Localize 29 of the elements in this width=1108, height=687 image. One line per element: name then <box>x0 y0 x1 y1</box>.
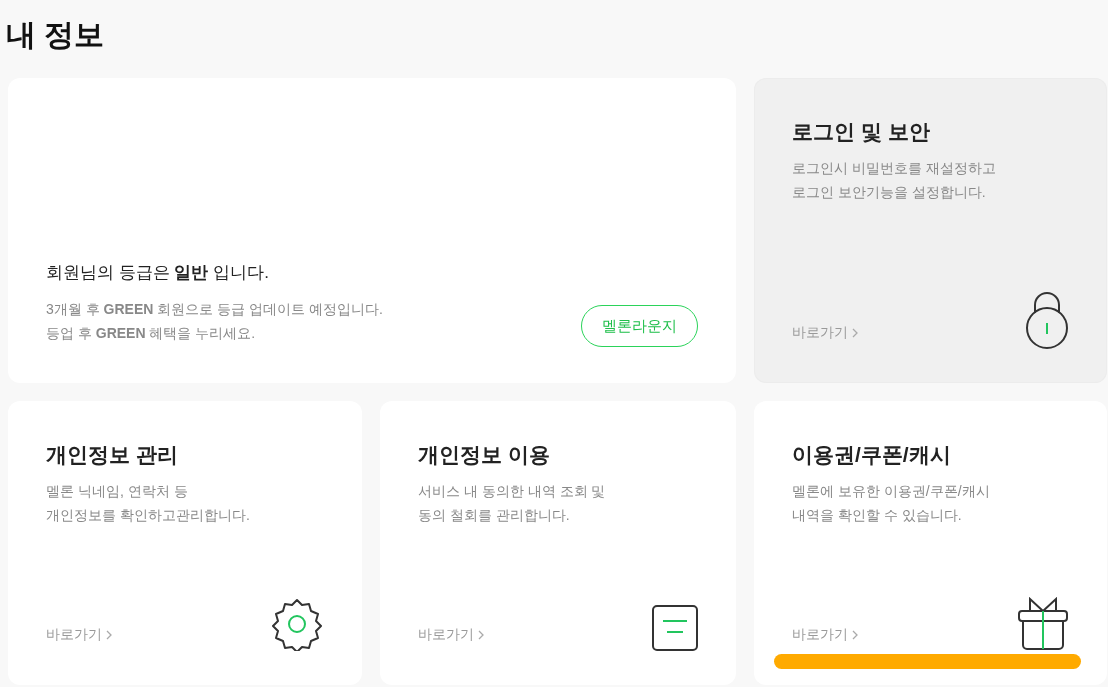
chevron-right-icon <box>106 629 112 640</box>
shortcut-link[interactable]: 바로가기 <box>792 624 858 645</box>
settings-icon <box>270 597 324 651</box>
card-description: 멜론 닉네임, 연락처 등 개인정보를 확인하고관리합니다. <box>46 481 251 525</box>
card-title: 로그인 및 보안 <box>792 119 931 145</box>
shortcut-link[interactable]: 바로가기 <box>46 624 112 645</box>
grade-note: 3개월 후 GREEN 회원으로 등급 업데이트 예정입니다. <box>46 300 383 319</box>
chevron-right-icon <box>852 327 858 338</box>
info-card[interactable]: 로그인 및 보안 로그인시 비밀번호를 재설정하고 로그인 보안기능을 설정합니다. 바로가기 <box>754 78 1107 383</box>
shortcut-link[interactable]: 바로가기 <box>418 624 484 645</box>
padlock-icon <box>1025 291 1069 349</box>
card-title: 이용권/쿠폰/캐시 <box>792 442 952 468</box>
grade-note: 등업 후 GREEN 혜택을 누리세요. <box>46 324 257 343</box>
info-card[interactable]: 이용권/쿠폰/캐시 멜론에 보유한 이용권/쿠폰/캐시 내역을 확인할 수 있습니다. 바로가기 <box>754 401 1107 685</box>
grade-text: 회원님의 등급은 일반 입니다. <box>46 261 270 284</box>
card-title: 개인정보 이용 <box>418 442 551 468</box>
document-icon <box>652 605 698 651</box>
card-description: 멜론에 보유한 이용권/쿠폰/캐시 내역을 확인할 수 있습니다. <box>792 481 991 525</box>
card-title: 개인정보 관리 <box>46 442 179 468</box>
info-card[interactable]: 개인정보 이용 서비스 내 동의한 내역 조회 및 동의 철회를 관리합니다. 바로가기 <box>380 401 736 685</box>
chevron-right-icon <box>852 629 858 640</box>
info-card[interactable]: 개인정보 관리 멜론 닉네임, 연락처 등 개인정보를 확인하고관리합니다. 바로가기 <box>8 401 362 685</box>
chevron-right-icon <box>478 629 484 640</box>
melon-lounge-button[interactable]: 멜론라운지 <box>581 305 698 347</box>
shortcut-link[interactable]: 바로가기 <box>792 322 858 343</box>
card-description: 로그인시 비밀번호를 재설정하고 로그인 보안기능을 설정합니다. <box>792 158 997 202</box>
page-title: 내 정보 <box>6 16 106 53</box>
card-description: 서비스 내 동의한 내역 조회 및 동의 철회를 관리합니다. <box>418 481 607 525</box>
gift-icon <box>1017 597 1069 651</box>
